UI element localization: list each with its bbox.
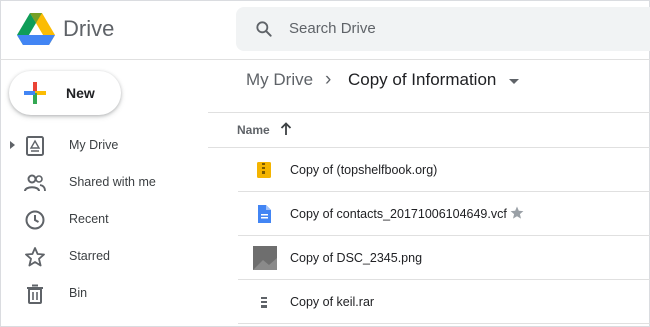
file-row[interactable]: Copy of DSC_2345.png	[238, 236, 650, 280]
new-button[interactable]: New	[9, 71, 121, 115]
drive-logo-icon[interactable]	[17, 13, 55, 47]
file-name: Copy of contacts_20171006104649.vcf	[290, 207, 507, 221]
starred-icon[interactable]	[510, 206, 524, 220]
breadcrumb-current[interactable]: Copy of Information	[348, 70, 496, 90]
folder-menu-dropdown-icon[interactable]	[509, 79, 519, 84]
breadcrumb-root[interactable]: My Drive	[246, 70, 313, 90]
expand-caret-icon[interactable]	[10, 141, 15, 149]
file-row[interactable]: Copy of keil.rar	[238, 280, 650, 324]
search-icon[interactable]	[254, 19, 274, 39]
my-drive-icon	[26, 136, 44, 156]
star-icon	[25, 247, 45, 267]
sidebar-item-label: Shared with me	[69, 175, 156, 189]
breadcrumb-separator-icon: ›	[325, 69, 332, 90]
app-title: Drive	[63, 16, 115, 41]
search-bar[interactable]: Search Drive	[236, 7, 650, 51]
file-row[interactable]: Copy of contacts_20171006104649.vcf	[238, 192, 650, 236]
archive-gray-icon	[261, 297, 267, 308]
file-name: Copy of (topshelfbook.org)	[290, 163, 438, 177]
sidebar-item-shared[interactable]: Shared with me	[0, 164, 208, 201]
sidebar-item-label: Recent	[69, 212, 109, 226]
search-input[interactable]: Search Drive	[289, 20, 376, 37]
list-header: Name	[208, 112, 650, 148]
top-bar: Drive Search Drive	[0, 0, 650, 60]
file-name: Copy of DSC_2345.png	[290, 251, 423, 265]
trash-icon	[27, 284, 43, 304]
sidebar-item-label: My Drive	[69, 138, 119, 152]
sidebar-item-recent[interactable]: Recent	[0, 201, 208, 238]
doc-blue-icon	[258, 205, 271, 223]
file-name: Copy of keil.rar	[290, 295, 375, 309]
sidebar-item-starred[interactable]: Starred	[0, 238, 208, 275]
sidebar-item-label: Starred	[69, 249, 110, 263]
sidebar-item-label: Bin	[69, 286, 88, 300]
sidebar: New My Drive Shared with me Recent Starr…	[0, 60, 208, 327]
sidebar-item-bin[interactable]: Bin	[0, 275, 208, 312]
archive-yellow-icon	[257, 162, 271, 178]
sidebar-item-my-drive[interactable]: My Drive	[0, 127, 208, 164]
new-button-label: New	[66, 85, 95, 101]
shared-icon	[24, 174, 46, 192]
name-column-header[interactable]: Name	[237, 123, 270, 137]
sort-ascending-icon[interactable]	[279, 122, 293, 136]
file-row[interactable]: Copy of (topshelfbook.org)	[238, 148, 650, 192]
plus-icon	[24, 82, 46, 104]
image-thumbnail	[253, 246, 277, 270]
clock-icon	[25, 210, 45, 230]
